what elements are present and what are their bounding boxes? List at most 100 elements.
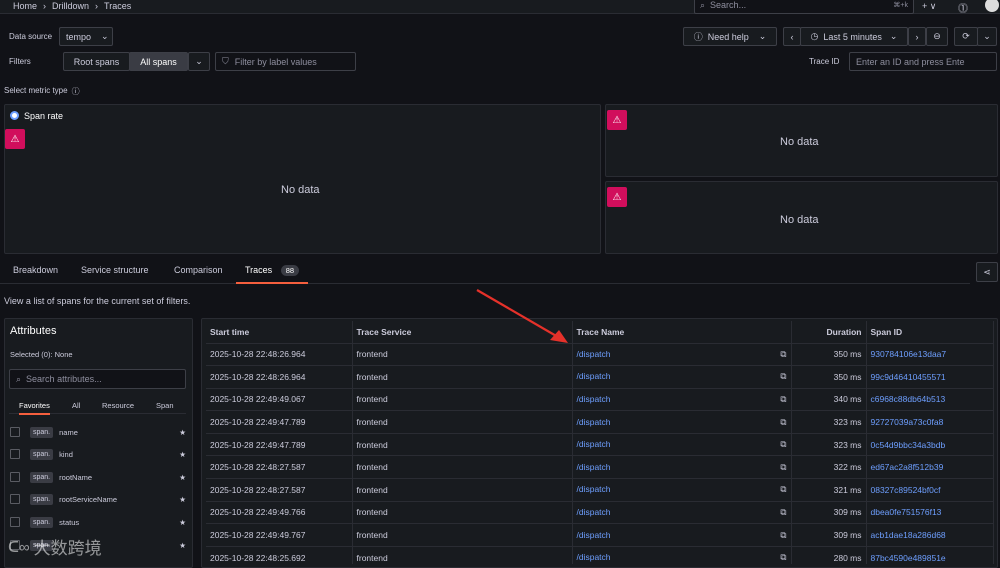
span-id-link[interactable]: c6968c88db64b513 — [871, 394, 946, 404]
span-id-cell: acb1dae18a286d68 — [866, 523, 994, 547]
star-icon[interactable]: ★ — [179, 495, 186, 504]
trace-name-link[interactable]: /dispatch — [577, 371, 611, 382]
span-id-link[interactable]: 0c54d9bbc34a3bdb — [871, 440, 946, 450]
external-link-icon[interactable]: ⧉ — [780, 349, 786, 360]
attr-tab-all[interactable]: All — [72, 401, 80, 410]
span-id-link[interactable]: ed67ac2a8f512b39 — [871, 462, 944, 472]
attribute-item[interactable]: span. name ★ — [10, 424, 186, 440]
duration-cell: 309 ms — [791, 523, 867, 547]
span-id-link[interactable]: 08327c89524bf0cf — [871, 485, 941, 495]
start-time-cell: 2025-10-28 22:49:47.789 — [206, 410, 353, 434]
col-trace-name[interactable]: Trace Name — [572, 321, 792, 344]
table-row[interactable]: 2025-10-28 22:48:26.964 frontend/dispatch… — [206, 343, 994, 367]
chevron-down-icon: ⌄ — [101, 31, 109, 41]
star-icon[interactable]: ★ — [179, 541, 186, 550]
datasource-select[interactable]: tempo ⌄ — [59, 27, 113, 46]
trace-name-link[interactable]: /dispatch — [577, 439, 611, 450]
checkbox[interactable] — [10, 427, 20, 437]
external-link-icon[interactable]: ⧉ — [780, 484, 786, 495]
table-row[interactable]: 2025-10-28 22:49:49.767 frontend/dispatch… — [206, 523, 994, 547]
external-link-icon[interactable]: ⧉ — [780, 507, 786, 518]
crumb-drilldown[interactable]: Drilldown — [52, 1, 89, 11]
zoom-out-button[interactable]: ⊖ — [926, 27, 948, 46]
trace-name-link[interactable]: /dispatch — [577, 349, 611, 360]
share-button[interactable]: ⋖ — [976, 262, 998, 282]
time-forward-button[interactable]: › — [908, 27, 926, 46]
attr-tab-span[interactable]: Span — [156, 401, 174, 410]
star-icon[interactable]: ★ — [179, 450, 186, 459]
external-link-icon[interactable]: ⧉ — [780, 394, 786, 405]
attribute-item[interactable]: span. kind ★ — [10, 446, 186, 462]
span-type-select[interactable]: ⌄ — [188, 52, 210, 71]
attribute-item[interactable]: span. status ★ — [10, 514, 186, 530]
trace-name-link[interactable]: /dispatch — [577, 507, 611, 518]
span-id-link[interactable]: 930784106e13daa7 — [871, 349, 947, 359]
external-link-icon[interactable]: ⧉ — [780, 439, 786, 450]
checkbox[interactable] — [10, 517, 20, 527]
start-time-cell: 2025-10-28 22:48:26.964 — [206, 365, 353, 389]
help-icon[interactable]: ⓵ — [958, 0, 968, 15]
external-link-icon[interactable]: ⧉ — [780, 530, 786, 541]
star-icon[interactable]: ★ — [179, 473, 186, 482]
span-id-link[interactable]: 87bc4590e489851e — [871, 553, 946, 563]
external-link-icon[interactable]: ⧉ — [780, 417, 786, 428]
external-link-icon[interactable]: ⧉ — [780, 462, 786, 473]
tab-comparison[interactable]: Comparison — [174, 265, 223, 275]
trace-name-link[interactable]: /dispatch — [577, 484, 611, 495]
global-search[interactable]: ⌕ Search... ⌘+k — [694, 0, 914, 14]
table-row[interactable]: 2025-10-28 22:49:47.789 frontend/dispatch… — [206, 433, 994, 457]
crumb-home[interactable]: Home — [13, 1, 37, 11]
span-id-cell: dbea0fe751576f13 — [866, 501, 994, 525]
attr-tab-favorites[interactable]: Favorites — [19, 401, 50, 415]
trace-name-link[interactable]: /dispatch — [577, 462, 611, 473]
traces-table: Start time Trace Service Trace Name Dura… — [206, 321, 994, 564]
col-duration[interactable]: Duration — [791, 321, 867, 344]
trace-name-link[interactable]: /dispatch — [577, 552, 611, 563]
col-span-id[interactable]: Span ID — [866, 321, 994, 344]
time-back-button[interactable]: ‹ — [783, 27, 801, 46]
table-row[interactable]: 2025-10-28 22:49:49.067 frontend/dispatch… — [206, 388, 994, 412]
table-row[interactable]: 2025-10-28 22:49:49.766 frontend/dispatch… — [206, 501, 994, 525]
span-id-link[interactable]: acb1dae18a286d68 — [871, 530, 946, 540]
need-help-button[interactable]: ⓘ Need help ⌄ — [683, 27, 777, 46]
external-link-icon[interactable]: ⧉ — [780, 371, 786, 382]
table-row[interactable]: 2025-10-28 22:49:47.789 frontend/dispatch… — [206, 410, 994, 434]
tab-service-structure[interactable]: Service structure — [81, 265, 149, 275]
root-spans-toggle[interactable]: Root spans — [63, 52, 130, 71]
checkbox[interactable] — [10, 449, 20, 459]
table-row[interactable]: 2025-10-28 22:48:27.587 frontend/dispatch… — [206, 478, 994, 502]
star-icon[interactable]: ★ — [179, 518, 186, 527]
checkbox[interactable] — [10, 472, 20, 482]
checkbox[interactable] — [10, 494, 20, 504]
span-id-link[interactable]: dbea0fe751576f13 — [871, 507, 942, 517]
add-menu[interactable]: + ∨ — [922, 1, 936, 12]
refresh-button[interactable]: ⟳ — [954, 27, 978, 46]
span-id-link[interactable]: 92727039a73c0fa8 — [871, 417, 944, 427]
table-row[interactable]: 2025-10-28 22:48:26.964 frontend/dispatch… — [206, 365, 994, 389]
attr-tab-resource[interactable]: Resource — [102, 401, 134, 410]
trace-name-link[interactable]: /dispatch — [577, 530, 611, 541]
attribute-item[interactable]: span. rootName ★ — [10, 469, 186, 485]
col-start-time[interactable]: Start time — [206, 321, 353, 344]
trace-id-input[interactable]: Enter an ID and press Ente — [849, 52, 997, 71]
trace-name-link[interactable]: /dispatch — [577, 417, 611, 428]
external-link-icon[interactable]: ⧉ — [780, 552, 786, 563]
trace-service-cell: frontend — [352, 523, 573, 547]
tab-breakdown[interactable]: Breakdown — [13, 265, 58, 275]
metric-type-label: Select metric type ⓘ — [4, 86, 80, 96]
attribute-search-input[interactable]: ⌕ Search attributes... — [9, 369, 186, 389]
attribute-item[interactable]: span. rootServiceName ★ — [10, 491, 186, 507]
star-icon[interactable]: ★ — [179, 428, 186, 437]
span-id-link[interactable]: 99c9d46410455571 — [871, 372, 946, 382]
table-row[interactable]: 2025-10-28 22:48:27.587 frontend/dispatch… — [206, 455, 994, 480]
span-rate-radio[interactable] — [10, 111, 19, 120]
traces-count-badge: 88 — [280, 265, 300, 276]
trace-name-link[interactable]: /dispatch — [577, 394, 611, 405]
time-range-picker[interactable]: ◷ Last 5 minutes ⌄ — [800, 27, 908, 46]
refresh-interval-select[interactable]: ⌄ — [977, 27, 997, 46]
start-time-cell: 2025-10-28 22:48:26.964 — [206, 343, 353, 367]
tab-traces[interactable]: Traces 88 — [236, 260, 308, 284]
all-spans-toggle[interactable]: All spans — [129, 52, 188, 71]
table-row[interactable]: 2025-10-28 22:48:25.692 frontend/dispatch… — [206, 546, 994, 564]
label-filter-input[interactable]: ⛉ Filter by label values — [215, 52, 356, 71]
